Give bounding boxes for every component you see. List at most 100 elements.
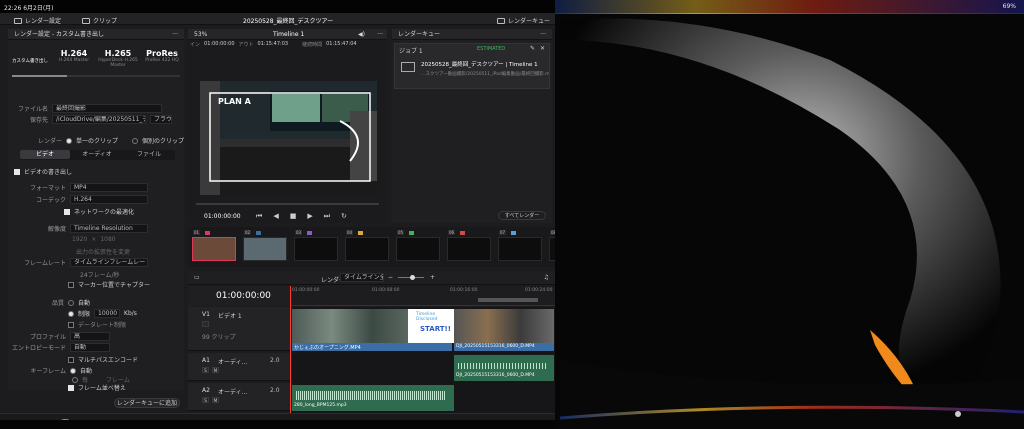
track-header-a1[interactable]: A1 オーディ… 2.0 S M bbox=[188, 353, 290, 381]
render-all-button[interactable]: すべてレンダー bbox=[498, 211, 546, 220]
viewer-more-icon[interactable]: ··· bbox=[377, 29, 383, 40]
fairlight-page-icon[interactable]: ♪ bbox=[365, 419, 375, 420]
title-card-clip[interactable]: Timeline Disclosed START!! bbox=[408, 309, 454, 343]
play-icon[interactable]: ▶ bbox=[307, 212, 312, 221]
filename-input[interactable]: 最終回撮影 bbox=[52, 104, 162, 113]
viewer-scrubber[interactable] bbox=[196, 203, 379, 205]
stop-icon[interactable]: ■ bbox=[290, 212, 297, 221]
framerate-select[interactable]: タイムラインフレームレート bbox=[70, 258, 148, 267]
delete-job-icon[interactable]: ✕ bbox=[540, 45, 545, 52]
keyframe-every-radio[interactable] bbox=[72, 376, 78, 383]
video-frame[interactable]: PLAN A bbox=[200, 81, 377, 195]
zoom-level[interactable]: 53% bbox=[194, 31, 207, 38]
quality-auto-radio[interactable] bbox=[68, 299, 74, 306]
entropy-select[interactable]: 自動 bbox=[70, 343, 110, 352]
cut-page-icon[interactable]: ⌗ bbox=[192, 419, 202, 420]
reverse-icon[interactable]: ◀ bbox=[273, 212, 278, 221]
audio-meter-icon[interactable]: ♫ bbox=[544, 274, 549, 281]
settings-tabs: ビデオ オーディオ ファイル bbox=[20, 150, 175, 160]
preset-custom[interactable]: カスタム書き出し bbox=[8, 43, 52, 73]
keyframe-auto-radio[interactable] bbox=[70, 367, 76, 374]
solo-icon[interactable]: S bbox=[202, 367, 209, 373]
loop-icon[interactable]: ↻ bbox=[341, 212, 347, 221]
trash-icon[interactable]: 🗑 bbox=[60, 419, 70, 420]
tab-file[interactable]: ファイル bbox=[124, 150, 174, 159]
settings-gear-icon[interactable]: ⚙ bbox=[535, 419, 545, 420]
home-icon[interactable]: ⌂ bbox=[514, 419, 524, 420]
clip-thumbnail[interactable]: 07 bbox=[498, 230, 542, 261]
track-header-v1[interactable]: V1 ビデオ 1 99 クリップ bbox=[188, 307, 290, 351]
clip-thumbnail[interactable]: 02 bbox=[243, 230, 287, 261]
mute-icon[interactable]: M bbox=[212, 397, 219, 403]
media-page-icon[interactable]: ▤ bbox=[146, 419, 156, 420]
browse-button[interactable]: ブラウズ bbox=[150, 115, 172, 124]
clip-thumbnail[interactable]: 01 bbox=[192, 230, 236, 261]
clip-thumbnail[interactable]: 05 bbox=[396, 230, 440, 261]
edit-page-icon[interactable]: ≡ bbox=[235, 419, 245, 420]
audio-clip-a1[interactable]: DJI_20250515153316_0600_D.MP4 bbox=[454, 355, 554, 381]
preset-h264[interactable]: H.264 H.264 Master bbox=[52, 43, 96, 73]
playhead[interactable] bbox=[290, 286, 291, 413]
profile-select[interactable]: 高 bbox=[70, 332, 110, 341]
timeline-view-icon[interactable]: ▭ bbox=[194, 274, 200, 281]
tab-video[interactable]: ビデオ bbox=[20, 150, 70, 159]
solo-icon[interactable]: S bbox=[202, 397, 209, 403]
track-header-a2[interactable]: A2 オーディ… 2.0 S M bbox=[188, 383, 290, 411]
zoom-in-icon[interactable]: + bbox=[430, 274, 435, 281]
timeline-ruler[interactable]: 01:00:00:00 01:00:08:00 01:00:16:00 01:0… bbox=[290, 286, 555, 306]
clips-label: クリップ bbox=[93, 18, 118, 25]
preset-prores[interactable]: ProRes ProRes 422 HQ bbox=[140, 43, 184, 73]
bitrate-input[interactable]: 10000 bbox=[94, 309, 121, 318]
undo-icon[interactable]: ↶ bbox=[20, 419, 30, 420]
more-options-icon[interactable]: ··· bbox=[172, 29, 178, 40]
fusion-page-icon[interactable]: ✦ bbox=[280, 419, 290, 420]
codec-select[interactable]: H.264 bbox=[70, 195, 148, 204]
location-input[interactable]: /iCloudDrive/編集/20250511_デスクツアー動画撮影 bbox=[52, 115, 146, 124]
resolution-select[interactable]: Timeline Resolution bbox=[70, 224, 148, 233]
quality-limit-radio[interactable] bbox=[68, 310, 74, 317]
render-settings-toggle[interactable]: レンダー設定 bbox=[14, 16, 61, 25]
lock-icon[interactable] bbox=[202, 321, 209, 327]
network-opt-checkbox[interactable] bbox=[64, 208, 70, 215]
go-to-end-icon[interactable]: ⏭ bbox=[324, 212, 330, 221]
preset-scrollbar[interactable] bbox=[12, 75, 180, 77]
davinci-resolve-window: レンダー設定 クリップ 20250528_最終回_デスクツアー レンダーキュー … bbox=[0, 13, 555, 420]
add-to-render-queue-button[interactable]: レンダーキューに追加 bbox=[114, 398, 180, 408]
multipass-checkbox[interactable] bbox=[68, 356, 74, 363]
data-rate-checkbox[interactable] bbox=[68, 321, 74, 328]
go-to-start-icon[interactable]: ⏮ bbox=[256, 212, 262, 221]
tab-audio[interactable]: オーディオ bbox=[72, 150, 122, 159]
redo-icon[interactable]: ↷ bbox=[40, 419, 50, 420]
render-range-select[interactable]: タイムライン全体 bbox=[340, 273, 384, 282]
queue-more-icon[interactable]: ··· bbox=[540, 29, 546, 40]
clips-toggle[interactable]: クリップ bbox=[82, 16, 117, 25]
chapter-checkbox[interactable] bbox=[68, 281, 74, 288]
clip-thumbnail-number: 04 bbox=[346, 230, 354, 235]
format-select[interactable]: MP4 bbox=[70, 183, 148, 192]
color-page-icon[interactable]: ◌ bbox=[321, 419, 331, 420]
job-status: ESTIMATED bbox=[477, 46, 506, 52]
timeline-name[interactable]: Timeline 1 bbox=[273, 29, 304, 40]
clip-thumbnail[interactable]: 04 bbox=[345, 230, 389, 261]
clip-thumbnail[interactable]: 08 bbox=[549, 230, 555, 261]
deliver-page-icon[interactable]: ➶ bbox=[408, 419, 418, 420]
zoom-out-icon[interactable]: − bbox=[388, 274, 393, 281]
volume-icon[interactable]: ◀) bbox=[358, 29, 365, 40]
mute-icon[interactable]: M bbox=[212, 367, 219, 373]
video-clip-dji[interactable]: DJI_20250515153316_0600_D.MP4 bbox=[454, 309, 554, 351]
edit-job-icon[interactable]: ✎ bbox=[530, 45, 535, 52]
top-toolbar: レンダー設定 クリップ 20250528_最終回_デスクツアー レンダーキュー bbox=[0, 13, 555, 25]
render-job-item[interactable]: ジョブ 1 ESTIMATED ✎ ✕ 20250528_最終回_デスクツアー … bbox=[394, 43, 550, 89]
render-queue-toggle[interactable]: レンダーキュー bbox=[497, 16, 550, 25]
render-queue-header: レンダーキュー ··· bbox=[392, 29, 552, 40]
zoom-slider[interactable] bbox=[398, 275, 424, 280]
export-video-checkbox[interactable] bbox=[14, 168, 20, 175]
individual-clips-radio[interactable] bbox=[131, 137, 138, 144]
preset-hyperdeck[interactable]: H.265 HyperDeck H.265 Master bbox=[96, 43, 140, 73]
frame-reorder-checkbox[interactable] bbox=[68, 384, 74, 391]
clip-thumbnail[interactable]: 06 bbox=[447, 230, 491, 261]
single-clip-radio[interactable] bbox=[65, 137, 72, 144]
clip-thumbnail[interactable]: 03 bbox=[294, 230, 338, 261]
render-settings-label: レンダー設定 bbox=[25, 18, 62, 25]
audio-clip-a2[interactable]: 280_long_BPM125.mp3 bbox=[292, 385, 454, 411]
